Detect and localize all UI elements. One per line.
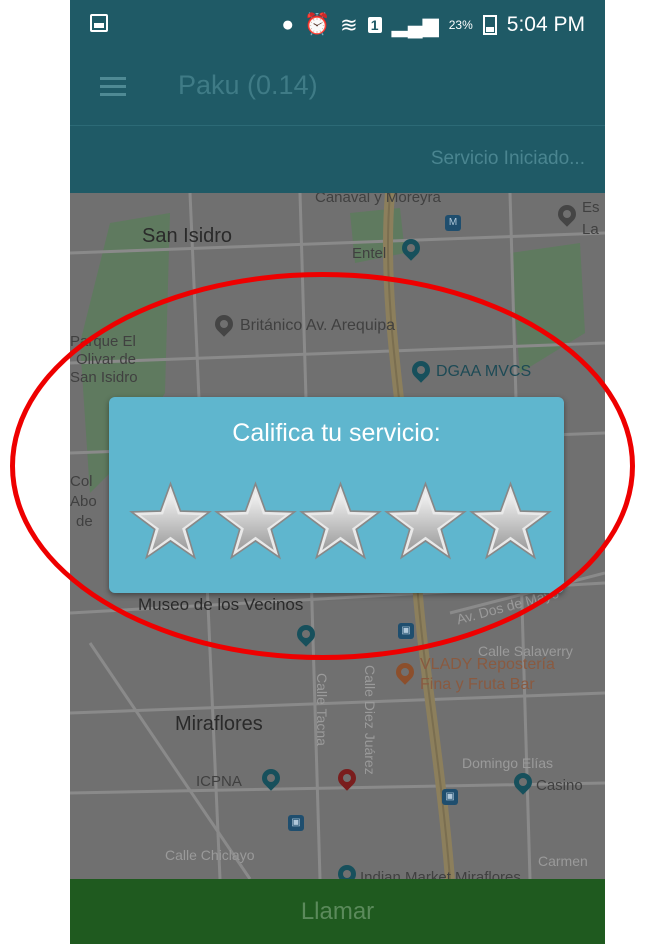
menu-icon[interactable] [100, 77, 126, 97]
map-label-calle-diez: Calle Diez Juárez [362, 665, 378, 775]
service-status-text: Servicio Iniciado... [430, 148, 585, 169]
footer-bar: Llamar [70, 879, 605, 944]
map-label-parque-1: Parque El [70, 333, 136, 350]
signal-icon: ▂▄▆ [391, 13, 439, 37]
map-label-dgaa: DGAA MVCS [436, 363, 532, 380]
battery-icon [482, 15, 497, 35]
service-status-bar: Servicio Iniciado... [70, 125, 605, 194]
star-rating [129, 481, 552, 561]
map-label-canaval: Canaval y Moreyra [315, 193, 441, 206]
call-button[interactable]: Llamar [70, 879, 605, 944]
map-label-calle-tacna: Calle Tacna [314, 673, 330, 746]
map-label-san-isidro: San Isidro [142, 225, 233, 247]
rating-dialog-title: Califica tu servicio: [232, 419, 441, 447]
map-label-carmen: Carmen [538, 853, 588, 869]
map-label-parque-3: San Isidro [70, 369, 138, 386]
map-label-entel: Entel [352, 245, 387, 262]
map-label-museo: Museo de los Vecinos [138, 595, 304, 614]
star-icon-2[interactable] [214, 481, 297, 561]
map-label-col-2: Abo [70, 493, 97, 510]
star-icon-3[interactable] [299, 481, 382, 561]
app-title: Paku (0.14) [178, 70, 318, 100]
map-label-domingo-elias: Domingo Elías [462, 755, 554, 771]
map-label-calle-chiclayo: Calle Chiclayo [165, 847, 255, 863]
map-label-miraflores: Miraflores [175, 713, 263, 735]
app-toolbar: Paku (0.14) [70, 50, 605, 125]
map-label-la: La [582, 221, 599, 238]
map-label-vlady-2: Fina y Fruta Bar [420, 676, 535, 693]
map-label-es: Es [582, 199, 600, 216]
map-label-parque-2: Olivar de [76, 351, 137, 368]
bus-stop-icon-2: ▣ [442, 789, 458, 805]
map-label-icpna: ICPNA [196, 773, 242, 790]
status-time: 5:04 PM [506, 13, 585, 36]
sim-icon: 1 [367, 17, 382, 33]
location-icon: ● [281, 13, 294, 36]
map-label-casino: Casino [536, 777, 583, 794]
map-label-indian: Indian Market Miraflores [360, 869, 521, 879]
gallery-icon [90, 14, 108, 32]
battery-percent: 23% [448, 18, 473, 32]
map-label-britanico: Británico Av. Arequipa [240, 317, 396, 334]
map-label-col-3: de [76, 513, 93, 530]
alarm-icon: ⏰ [304, 13, 331, 36]
rating-dialog: Califica tu servicio: [109, 397, 564, 593]
wifi-icon: ≋ [340, 13, 358, 37]
star-icon-4[interactable] [384, 481, 467, 561]
metro-icon: M [445, 215, 461, 231]
map-label-vlady-1: VLADY Repostería [420, 656, 555, 673]
map-label-col-1: Col [70, 473, 93, 490]
status-bar: ● ⏰ ≋ 1 ▂▄▆ 23% 5:04 PM [70, 0, 605, 50]
phone-screen: ● ⏰ ≋ 1 ▂▄▆ 23% 5:04 PM Paku (0.14) Serv… [70, 0, 605, 944]
star-icon-5[interactable] [469, 481, 552, 561]
bus-stop-icon-3: ▣ [288, 815, 304, 831]
star-icon-1[interactable] [129, 481, 212, 561]
bus-stop-icon: ▣ [398, 623, 414, 639]
status-icons: ● ⏰ ≋ 1 ▂▄▆ 23% 5:04 PM [281, 10, 585, 40]
